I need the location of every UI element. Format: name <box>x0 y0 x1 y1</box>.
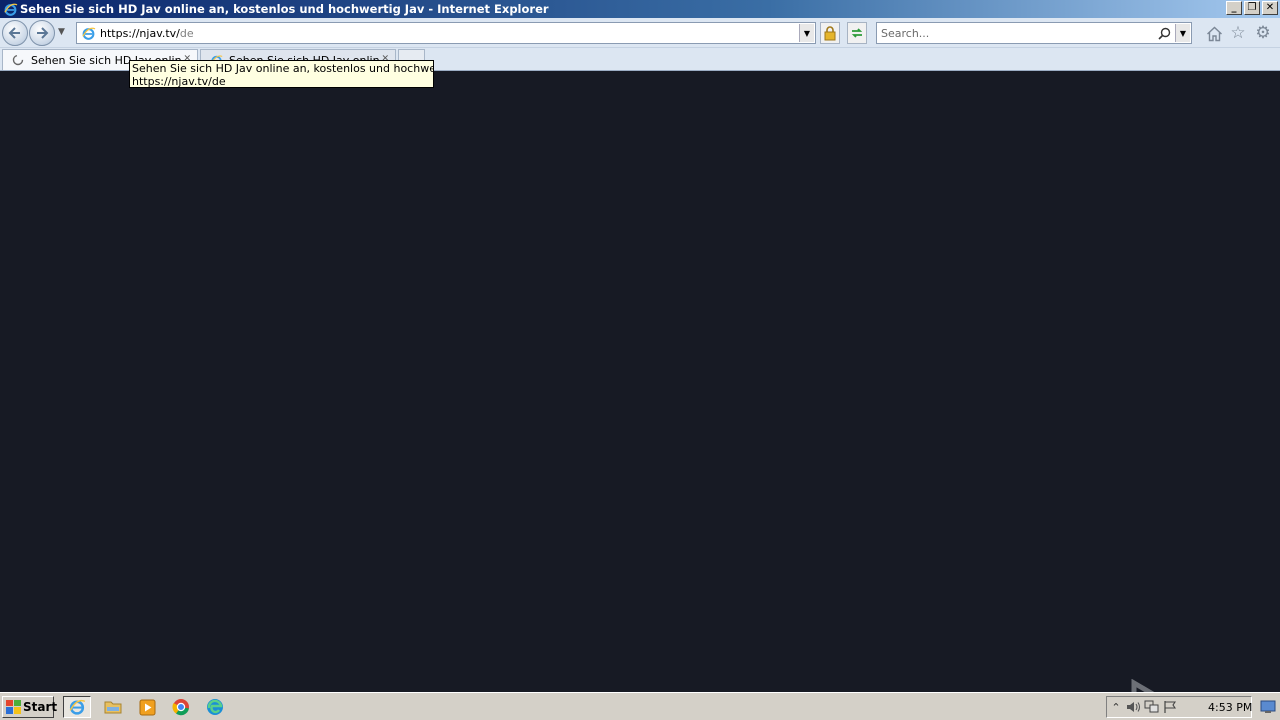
action-center-flag-icon[interactable] <box>1161 698 1179 716</box>
address-url[interactable]: https://njav.tv/de <box>100 27 194 40</box>
loading-icon <box>11 53 25 67</box>
taskbar: Start ⌃ 4:53 PM <box>0 692 1280 720</box>
taskbar-media-player-icon[interactable] <box>133 696 161 718</box>
clock[interactable]: 4:53 PM <box>1208 701 1252 714</box>
search-input[interactable] <box>881 26 1151 40</box>
back-button[interactable] <box>2 20 28 46</box>
window-title: Sehen Sie sich HD Jav online an, kostenl… <box>20 2 549 16</box>
ie-icon <box>2 1 18 17</box>
lock-icon <box>824 26 836 41</box>
page-content[interactable]: ANY RUN <box>0 71 1280 720</box>
search-icon[interactable] <box>1157 26 1171 40</box>
search-box[interactable]: ▼ <box>876 22 1192 44</box>
taskbar-edge-icon[interactable] <box>201 696 229 718</box>
history-dropdown-icon[interactable]: ▼ <box>58 27 65 37</box>
ie-page-icon <box>80 25 96 41</box>
address-bar[interactable]: https://njav.tv/de ▼ <box>76 22 816 44</box>
gear-icon[interactable]: ⚙ <box>1254 23 1272 43</box>
favorites-star-icon[interactable]: ☆ <box>1229 23 1247 43</box>
tooltip-url: https://njav.tv/de <box>132 75 226 88</box>
tab-tooltip: Sehen Sie sich HD Jav online an, kostenl… <box>129 60 434 88</box>
forward-button[interactable] <box>29 20 55 46</box>
navigation-bar: ▼ https://njav.tv/de ▼ ▼ ☆ ⚙ <box>0 18 1280 48</box>
title-bar[interactable]: Sehen Sie sich HD Jav online an, kostenl… <box>0 0 1280 18</box>
forward-arrow-icon <box>37 27 49 39</box>
security-lock-button[interactable] <box>820 22 840 44</box>
taskbar-chrome-icon[interactable] <box>167 696 195 718</box>
address-dropdown-icon[interactable]: ▼ <box>799 24 814 42</box>
taskbar-ie-icon[interactable] <box>63 696 91 718</box>
windows-logo-icon <box>6 699 21 715</box>
minimize-button[interactable]: _ <box>1226 1 1242 15</box>
taskbar-folder-icon[interactable] <box>99 696 127 718</box>
close-button[interactable]: ✕ <box>1262 1 1278 15</box>
refresh-button[interactable] <box>847 22 867 44</box>
volume-icon[interactable] <box>1125 698 1143 716</box>
back-arrow-icon <box>8 27 20 39</box>
home-icon[interactable] <box>1205 25 1223 43</box>
restore-button[interactable]: ❐ <box>1244 1 1260 15</box>
start-button[interactable]: Start <box>2 696 58 718</box>
show-desktop-icon[interactable] <box>1258 697 1278 717</box>
tooltip-title: Sehen Sie sich HD Jav online an, kostenl… <box>132 62 433 75</box>
refresh-icon <box>851 28 863 38</box>
network-icon[interactable] <box>1143 698 1161 716</box>
search-dropdown-icon[interactable]: ▼ <box>1175 24 1190 42</box>
start-label: Start <box>23 700 58 714</box>
tray-expand-icon[interactable]: ⌃ <box>1107 698 1125 716</box>
